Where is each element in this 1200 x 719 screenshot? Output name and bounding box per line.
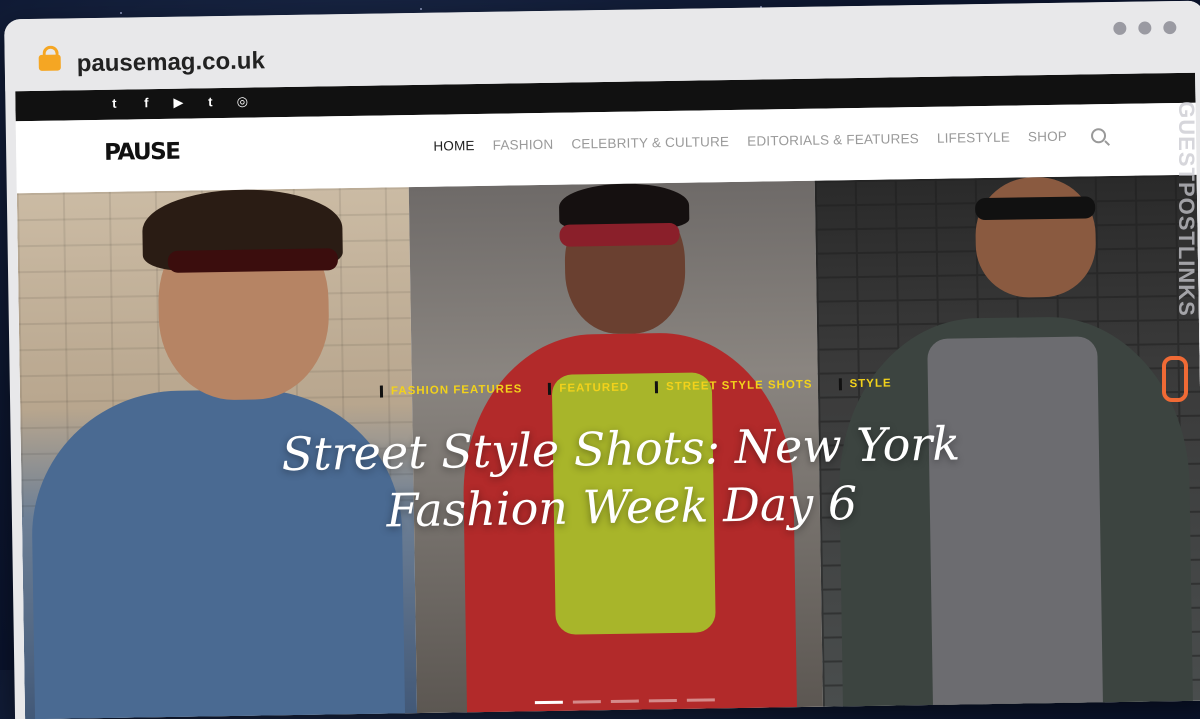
site-logo[interactable]: PAUSE xyxy=(104,139,180,166)
category-tag[interactable]: FEATURED xyxy=(548,381,630,395)
slider-dot[interactable] xyxy=(534,700,563,705)
nav-item-editorials-features[interactable]: EDITORIALS & FEATURES xyxy=(747,131,919,149)
browser-window: pausemag.co.uk t f ▶ t ◎ PAUSE HOME FASH… xyxy=(4,0,1200,719)
hero-title-line2: Fashion Week Day 6 xyxy=(386,476,858,538)
hero-title[interactable]: Street Style Shots: New York Fashion Wee… xyxy=(270,414,972,541)
instagram-icon[interactable]: ◎ xyxy=(235,94,249,110)
black-sunglasses xyxy=(975,196,1096,221)
window-dot[interactable] xyxy=(1113,21,1127,36)
category-tag[interactable]: FASHION FEATURES xyxy=(379,383,523,398)
watermark: GUESTPOSTLINKS xyxy=(1162,56,1200,402)
sunglasses xyxy=(167,248,339,273)
window-dot[interactable] xyxy=(1138,21,1152,35)
watermark-text: GUESTPOSTLINKS xyxy=(1174,101,1200,317)
webpage: t f ▶ t ◎ PAUSE HOME FASHION CELEBRITY &… xyxy=(15,72,1200,719)
twitter-icon[interactable]: t xyxy=(107,96,121,112)
url-text[interactable]: pausemag.co.uk xyxy=(77,47,265,78)
main-nav: HOME FASHION CELEBRITY & CULTURE EDITORI… xyxy=(433,128,1107,154)
nav-item-celebrity-culture[interactable]: CELEBRITY & CULTURE xyxy=(571,134,729,151)
lock-icon xyxy=(38,54,61,71)
window-controls xyxy=(1113,21,1177,36)
category-tag[interactable]: STREET STYLE SHOTS xyxy=(655,378,813,394)
hero-title-line1: Street Style Shots: New York xyxy=(281,416,961,482)
red-sunglasses xyxy=(559,222,680,247)
window-dot[interactable] xyxy=(1163,21,1177,35)
youtube-icon[interactable]: ▶ xyxy=(171,95,185,111)
slider-dot[interactable] xyxy=(572,700,601,704)
slider-dot[interactable] xyxy=(610,699,639,703)
search-icon[interactable] xyxy=(1090,128,1107,144)
nav-item-lifestyle[interactable]: LIFESTYLE xyxy=(937,130,1010,146)
nav-item-shop[interactable]: SHOP xyxy=(1028,129,1067,145)
tumblr-icon[interactable]: t xyxy=(203,94,217,110)
nav-item-fashion[interactable]: FASHION xyxy=(493,137,554,153)
facebook-icon[interactable]: f xyxy=(139,95,153,111)
slider-dot[interactable] xyxy=(686,698,715,702)
man-face-right xyxy=(974,176,1097,299)
category-tag[interactable]: STYLE xyxy=(838,377,892,391)
hero-slider[interactable]: FASHION FEATURES FEATURED STREET STYLE S… xyxy=(16,174,1200,719)
nav-item-home[interactable]: HOME xyxy=(433,138,475,154)
slider-dot[interactable] xyxy=(648,698,677,703)
link-icon xyxy=(1162,356,1188,402)
social-links: t f ▶ t ◎ xyxy=(107,94,249,112)
